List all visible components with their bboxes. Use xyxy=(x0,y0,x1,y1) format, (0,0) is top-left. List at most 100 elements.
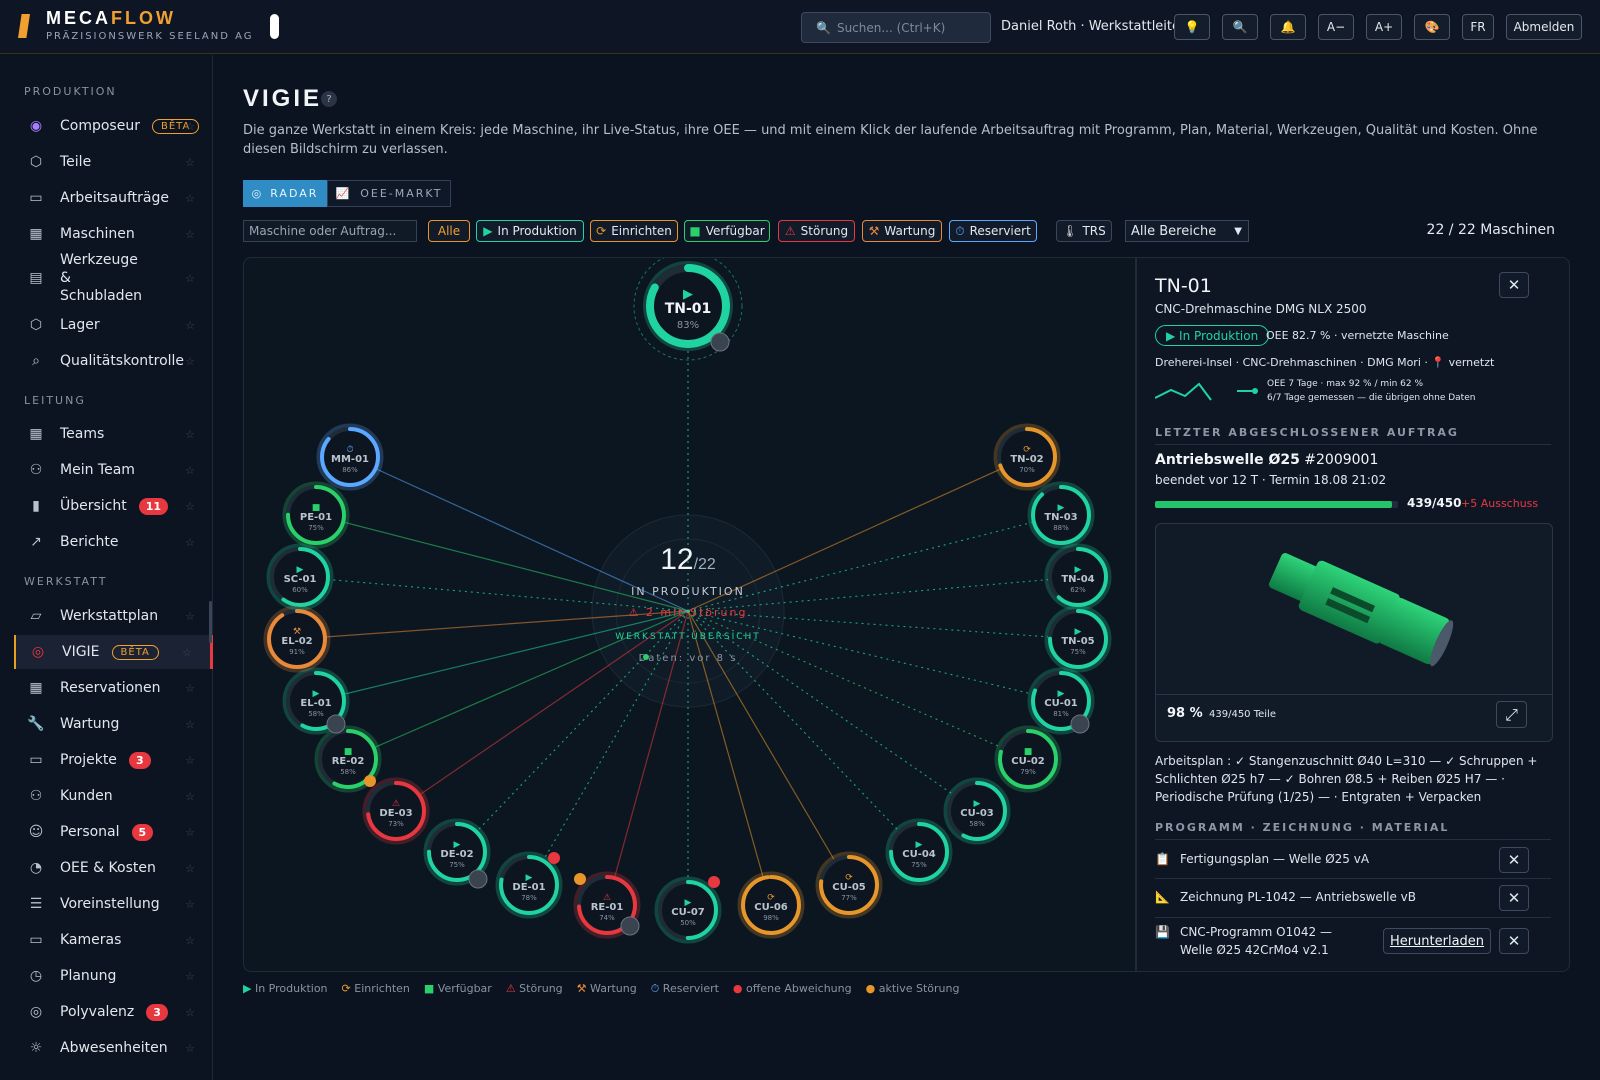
language-button[interactable]: FR xyxy=(1462,14,1494,40)
sidebar-item-werkstattplan[interactable]: ▱ Werkstattplan ☆ xyxy=(14,599,213,633)
chip-available[interactable]: ■ Verfügbar xyxy=(684,220,770,242)
remove-doc-button[interactable]: ✕ xyxy=(1499,847,1529,873)
machine-node-cu-02[interactable]: ■CU-0279% xyxy=(994,725,1062,793)
sidebar-scrollbar[interactable] xyxy=(209,601,212,643)
sidebar-item-abwesenheiten[interactable]: ☼ Abwesenheiten ☆ xyxy=(14,1031,213,1065)
favorite-star-icon[interactable]: ☆ xyxy=(185,228,195,241)
brand[interactable]: MECAFLOW PRÄZISIONSWERK SEELAND AG xyxy=(46,8,254,42)
sidebar-item-reservationen[interactable]: ▦ Reservationen ☆ xyxy=(14,671,213,705)
sidebar-item-mein-team[interactable]: ⚇ Mein Team ☆ xyxy=(14,453,213,487)
favorite-star-icon[interactable]: ☆ xyxy=(185,319,195,332)
favorite-star-icon[interactable]: ☆ xyxy=(185,1042,195,1055)
tab-radar[interactable]: ◎ RADAR xyxy=(243,180,327,207)
doc-item[interactable]: 📐 Zeichnung PL-1042 — Antriebswelle vB xyxy=(1155,890,1416,904)
favorite-star-icon[interactable]: ☆ xyxy=(185,682,195,695)
favorite-star-icon[interactable]: ☆ xyxy=(185,1006,195,1019)
machine-node-cu-03[interactable]: ▶CU-0358% xyxy=(943,777,1011,845)
machine-node-tn-03[interactable]: ▶TN-0388% xyxy=(1027,481,1095,549)
favorite-star-icon[interactable]: ☆ xyxy=(185,500,195,513)
machine-node-cu-07[interactable]: ▶CU-0750% xyxy=(654,876,722,944)
favorite-star-icon[interactable]: ☆ xyxy=(185,862,195,875)
chip-all[interactable]: Alle xyxy=(428,220,470,242)
search-input[interactable]: 🔍 Suchen... (Ctrl+K) xyxy=(801,12,991,43)
favorite-star-icon[interactable]: ☆ xyxy=(185,754,195,767)
area-select[interactable]: Alle Bereiche ▼ xyxy=(1125,220,1249,242)
favorite-star-icon[interactable]: ☆ xyxy=(185,156,195,169)
notifications-button[interactable]: 🔔 xyxy=(1270,14,1306,40)
machine-node-cu-04[interactable]: ▶CU-0475% xyxy=(885,818,953,886)
machine-node-sc-01[interactable]: ▶SC-0160% xyxy=(266,543,334,611)
machine-node-mm-01[interactable]: ⏱MM-0186% xyxy=(316,423,384,491)
sidebar-item-maschinen[interactable]: ▦ Maschinen ☆ xyxy=(14,217,213,251)
lightbulb-button[interactable]: 💡 xyxy=(1174,14,1210,40)
sidebar-item-wartung[interactable]: 🔧 Wartung ☆ xyxy=(14,707,213,741)
favorite-star-icon[interactable]: ☆ xyxy=(185,536,195,549)
sidebar-item-arbeitsaufträge[interactable]: ▭ Arbeitsaufträge ☆ xyxy=(14,181,213,215)
remove-doc-button[interactable]: ✕ xyxy=(1499,885,1529,911)
sidebar-item-qualitätskontrolle[interactable]: ⌕ Qualitätskontrolle ☆ xyxy=(14,344,213,378)
theme-button[interactable]: 🎨 xyxy=(1414,14,1450,40)
favorite-star-icon[interactable]: ☆ xyxy=(185,970,195,983)
doc-item[interactable]: 💾 CNC-Programm O1042 — Welle Ø25 42CrMo4 … xyxy=(1155,923,1365,959)
order-title[interactable]: Antriebswelle Ø25 #2009001 xyxy=(1155,452,1378,468)
chip-trs[interactable]: 🌡 TRS xyxy=(1056,220,1112,242)
logout-button[interactable]: Abmelden xyxy=(1506,14,1582,40)
sidebar-toggle[interactable] xyxy=(270,14,279,39)
machine-filter-input[interactable]: Maschine oder Auftrag... xyxy=(243,220,417,242)
help-icon[interactable]: ? xyxy=(321,91,337,107)
favorite-star-icon[interactable]: ☆ xyxy=(185,826,195,839)
machine-node-cu-05[interactable]: ⟳CU-0577% xyxy=(815,851,883,919)
machine-node-tn-04[interactable]: ▶TN-0462% xyxy=(1044,543,1112,611)
sidebar-item-berichte[interactable]: ↗ Berichte ☆ xyxy=(14,525,213,559)
sidebar-item-projekte[interactable]: ▭ Projekte 3 ☆ xyxy=(14,743,213,777)
favorite-star-icon[interactable]: ☆ xyxy=(185,120,195,133)
sidebar-item-kameras[interactable]: ▭ Kameras ☆ xyxy=(14,923,213,957)
favorite-star-icon[interactable]: ☆ xyxy=(185,428,195,441)
machine-node-de-03[interactable]: ⚠DE-0373% xyxy=(362,777,430,845)
favorite-star-icon[interactable]: ☆ xyxy=(185,464,195,477)
favorite-star-icon[interactable]: ☆ xyxy=(185,355,195,368)
machine-node-tn-02[interactable]: ⟳TN-0270% xyxy=(993,423,1061,491)
sidebar-item-übersicht[interactable]: ▮ Übersicht 11 ☆ xyxy=(14,489,213,523)
font-decrease-button[interactable]: A− xyxy=(1318,14,1354,40)
search-button[interactable]: 🔍 xyxy=(1222,14,1258,40)
sidebar-item-kunden[interactable]: ⚇ Kunden ☆ xyxy=(14,779,213,813)
sidebar-item-voreinstellung[interactable]: ☰ Voreinstellung ☆ xyxy=(14,887,213,921)
sidebar-item-personal[interactable]: ☺ Personal 5 ☆ xyxy=(14,815,213,849)
expand-preview-button[interactable]: ⤢ xyxy=(1496,701,1527,728)
machine-node-de-01[interactable]: ▶DE-0178% xyxy=(495,851,563,919)
favorite-star-icon[interactable]: ☆ xyxy=(185,898,195,911)
download-button[interactable]: Herunterladen xyxy=(1383,928,1491,954)
sidebar-item-oee-kosten[interactable]: ◔ OEE & Kosten ☆ xyxy=(14,851,213,885)
sidebar-item-polyvalenz[interactable]: ◎ Polyvalenz 3 ☆ xyxy=(14,995,213,1029)
sidebar-item-composeur[interactable]: ◉ Composeur BÊTA ☆ xyxy=(14,109,213,143)
chip-in-production[interactable]: ▶ In Produktion xyxy=(476,220,584,242)
favorite-star-icon[interactable]: ☆ xyxy=(185,192,195,205)
machine-node-el-02[interactable]: ⚒EL-0291% xyxy=(263,605,331,673)
chip-reserved[interactable]: ⏱ Reserviert xyxy=(949,220,1037,242)
sidebar-item-teile[interactable]: ⬡ Teile ☆ xyxy=(14,145,213,179)
close-detail-button[interactable]: ✕ xyxy=(1499,272,1529,298)
machine-node-cu-06[interactable]: ⟳CU-0698% xyxy=(737,871,805,939)
part-preview[interactable]: 98 % 439/450 Teile ⤢ xyxy=(1155,523,1553,742)
chip-setup[interactable]: ⟳ Einrichten xyxy=(590,220,678,242)
machine-node-pe-01[interactable]: ■PE-0175% xyxy=(282,481,350,549)
favorite-star-icon[interactable]: ☆ xyxy=(185,272,195,285)
chip-fault[interactable]: ⚠ Störung xyxy=(778,220,855,242)
tab-oee-markt[interactable]: 📈 OEE-MARKT xyxy=(327,180,451,207)
remove-doc-button[interactable]: ✕ xyxy=(1499,928,1529,954)
sidebar-item-lager[interactable]: ⬡ Lager ☆ xyxy=(14,308,213,342)
favorite-star-icon[interactable]: ☆ xyxy=(185,718,195,731)
sidebar-item-werkzeuge-schubladen[interactable]: ▤ Werkzeuge & Schubladen ☆ xyxy=(14,252,213,304)
favorite-star-icon[interactable]: ☆ xyxy=(185,790,195,803)
sidebar-item-teams[interactable]: ▦ Teams ☆ xyxy=(14,417,213,451)
doc-item[interactable]: 📋 Fertigungsplan — Welle Ø25 vA xyxy=(1155,852,1369,866)
favorite-star-icon[interactable]: ☆ xyxy=(185,934,195,947)
sidebar-item-planung[interactable]: ◷ Planung ☆ xyxy=(14,959,213,993)
font-increase-button[interactable]: A+ xyxy=(1366,14,1402,40)
favorite-star-icon[interactable]: ☆ xyxy=(182,646,192,659)
chip-maintenance[interactable]: ⚒ Wartung xyxy=(862,220,942,242)
favorite-star-icon[interactable]: ☆ xyxy=(185,610,195,623)
sidebar-item-vigie[interactable]: ◎ VIGIE BÊTA ☆ xyxy=(14,635,213,669)
machine-node-tn-05[interactable]: ▶TN-0575% xyxy=(1044,605,1112,673)
